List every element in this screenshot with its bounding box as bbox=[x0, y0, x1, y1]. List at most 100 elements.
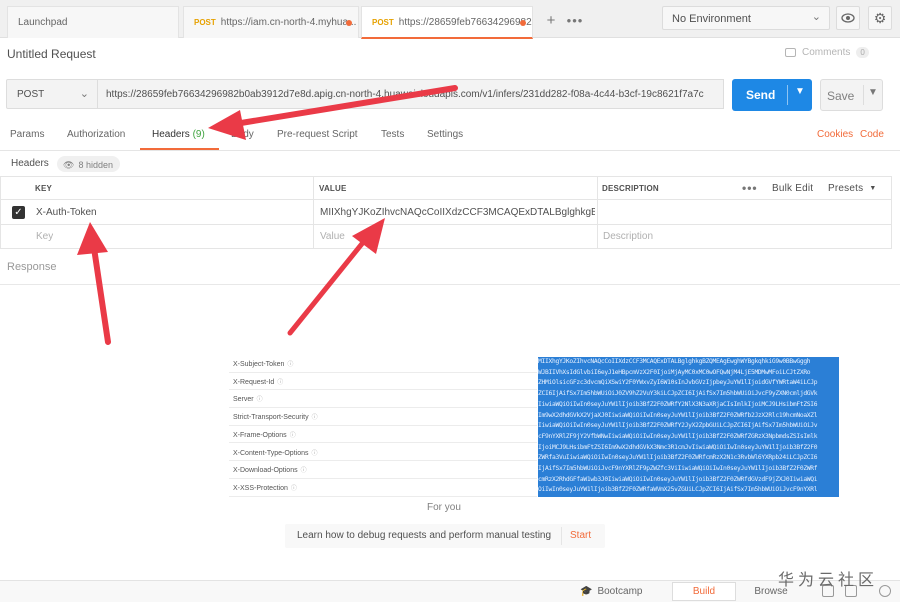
presets-dropdown[interactable]: Presets ▼ bbox=[828, 177, 876, 199]
token-line: MIIXhgYJKoZIhvcNAQcCoIIXdzCCF3MCAQExDTAL… bbox=[538, 358, 811, 365]
tab-prerequest-script[interactable]: Pre-request Script bbox=[277, 129, 358, 140]
help-icon[interactable] bbox=[879, 585, 891, 597]
caret-down-icon[interactable]: ▼ bbox=[868, 87, 878, 98]
for-you-heading: For you bbox=[427, 502, 461, 513]
tab-headers[interactable]: Headers (9) bbox=[152, 129, 205, 140]
table-row-empty: Key Value Description bbox=[0, 225, 892, 249]
hidden-count: 8 hidden bbox=[78, 160, 113, 170]
url-input[interactable]: https://28659feb76634296982b0ab3912d7e8d… bbox=[98, 79, 724, 109]
table-header-row: KEY VALUE DESCRIPTION ••• Bulk Edit Pres… bbox=[0, 176, 892, 200]
info-icon: ⓘ bbox=[290, 485, 297, 492]
environment-value: No Environment bbox=[672, 13, 751, 25]
embedded-header-name: Server bbox=[233, 396, 254, 404]
embedded-header-row: X-Request-Id ⓘ bbox=[229, 373, 537, 391]
caret-down-icon: ▼ bbox=[869, 184, 877, 192]
tab-headers-label: Headers bbox=[152, 129, 190, 140]
tab-iam-request[interactable]: POST https://iam.cn-north-4.myhua... bbox=[183, 6, 359, 38]
token-line: IiwiaWQiOiIwIn0seyJuYW1lIjoib3BfZ2F0ZWRf… bbox=[538, 400, 818, 408]
embedded-header-name: X-Subject-Token bbox=[233, 361, 285, 368]
token-line: IjoiMCJ9LHsibmFtZSI6Im9wX2dhdGVkX3Nmc3R1… bbox=[538, 443, 818, 451]
comments-button[interactable]: Comments 0 bbox=[785, 47, 869, 58]
token-line: ZCI6IjAifSx7Im5hbWUiOiJ0ZV9hZ2VuY3kiLCJp… bbox=[538, 390, 818, 398]
learn-banner: Learn how to debug requests and perform … bbox=[285, 524, 605, 548]
unsaved-dot-icon bbox=[346, 20, 352, 26]
header-key-field[interactable]: X-Auth-Token bbox=[36, 200, 97, 224]
tab-method: POST bbox=[372, 17, 394, 27]
save-button[interactable]: Save ▼ bbox=[820, 79, 883, 111]
column-divider bbox=[597, 176, 598, 249]
info-icon: ⓘ bbox=[277, 379, 284, 386]
new-value-input[interactable]: Value bbox=[320, 225, 345, 248]
chevron-down-icon: ⌄ bbox=[79, 88, 89, 100]
token-line: Im9wX2dhdGVkX2VjaXJ0IiwiaWQiOiIwIn0seyJu… bbox=[538, 411, 818, 419]
tab-label: https://28659feb76634296982... bbox=[398, 16, 533, 28]
tab-infer-request[interactable]: POST https://28659feb76634296982... bbox=[361, 6, 533, 39]
postman-window: Launchpad POST https://iam.cn-north-4.my… bbox=[0, 0, 900, 602]
unsaved-dot-icon bbox=[520, 20, 526, 26]
token-line: WJBIIVhXsIdGlvbiI6eyJ1eHBpcmVzX2F0IjoiMj… bbox=[538, 368, 811, 376]
environment-select[interactable]: No Environment ⌄ bbox=[662, 6, 830, 30]
tab-body[interactable]: Body bbox=[231, 129, 254, 140]
chevron-down-icon: ⌄ bbox=[811, 11, 821, 23]
info-icon: ⓘ bbox=[287, 362, 294, 368]
more-tabs-icon[interactable]: ••• bbox=[565, 10, 585, 30]
tab-settings[interactable]: Settings bbox=[427, 129, 463, 140]
token-line: ZWRfa3VuIiwiaWQiOiIwIn0seyJuYW1lIjoib3Bf… bbox=[538, 454, 818, 462]
start-link[interactable]: Start bbox=[570, 530, 591, 541]
watermark-text: 华为云社区 bbox=[778, 572, 879, 589]
new-tab-plus-icon[interactable]: + bbox=[541, 10, 561, 30]
info-icon: ⓘ bbox=[311, 450, 318, 457]
headers-label: Headers bbox=[11, 158, 49, 169]
code-link[interactable]: Code bbox=[860, 129, 884, 140]
column-divider bbox=[313, 176, 314, 249]
hidden-headers-toggle[interactable]: 👁 8 hidden bbox=[57, 156, 120, 172]
eye-icon: 👁 bbox=[63, 159, 75, 170]
embedded-header-name: X-Content-Type-Options bbox=[233, 449, 309, 457]
embedded-header-row: X-Download-Options ⓘ bbox=[229, 461, 537, 479]
bootcamp-button[interactable]: 🎓 Bootcamp bbox=[580, 586, 642, 597]
tab-method: POST bbox=[194, 18, 216, 27]
embedded-header-row: X-XSS-Protection ⓘ bbox=[229, 479, 537, 497]
send-button[interactable]: Send ▼ bbox=[732, 79, 812, 111]
embedded-header-row: X-Subject-Token ⓘ bbox=[229, 355, 537, 373]
more-options-icon[interactable]: ••• bbox=[742, 177, 758, 199]
token-line: IjAifSx7Im5hbWUiOiJvcF9nYXRlZF9pZWZfc3Vi… bbox=[538, 465, 818, 473]
info-icon: ⓘ bbox=[256, 397, 263, 404]
bootcamp-icon: 🎓 bbox=[580, 586, 593, 597]
token-line: IiwiaWQiOiIwIn0seyJuYW1lIjoib3BfZ2F0ZWRf… bbox=[538, 422, 818, 430]
comments-count: 0 bbox=[856, 47, 869, 58]
embedded-header-row: Server ⓘ bbox=[229, 390, 537, 409]
new-key-input[interactable]: Key bbox=[36, 225, 53, 248]
eye-icon[interactable] bbox=[836, 6, 860, 30]
settings-gear-icon[interactable]: ⚙ bbox=[868, 6, 892, 30]
request-title[interactable]: Untitled Request bbox=[7, 47, 96, 61]
column-divider bbox=[0, 176, 1, 249]
token-line: cF9nYXRlZF9jY2VfbWNwIiwiaWQiOiIwIn0seyJu… bbox=[538, 432, 818, 440]
embedded-header-row: Strict-Transport-Security ⓘ bbox=[229, 408, 537, 426]
method-select[interactable]: POST ⌄ bbox=[6, 79, 98, 109]
embedded-header-name: Strict-Transport-Security bbox=[233, 414, 309, 422]
send-separator bbox=[787, 85, 788, 105]
tab-authorization[interactable]: Authorization bbox=[67, 129, 125, 140]
tabs-divider bbox=[0, 150, 900, 151]
caret-down-icon[interactable]: ▼ bbox=[795, 86, 805, 97]
new-description-input[interactable]: Description bbox=[603, 225, 653, 248]
cookies-link[interactable]: Cookies bbox=[817, 129, 853, 140]
tab-label: Launchpad bbox=[18, 17, 68, 28]
row-enabled-checkbox[interactable]: ✓ bbox=[12, 206, 25, 219]
comments-label: Comments bbox=[802, 47, 851, 58]
info-icon: ⓘ bbox=[311, 415, 318, 422]
bulk-edit-link[interactable]: Bulk Edit bbox=[772, 177, 813, 199]
tab-label: https://iam.cn-north-4.myhua... bbox=[220, 17, 357, 28]
column-divider bbox=[891, 176, 892, 249]
tab-params[interactable]: Params bbox=[10, 129, 44, 140]
build-mode-button[interactable]: Build bbox=[672, 582, 736, 601]
status-bar: 🎓 Bootcamp Build Browse bbox=[0, 580, 900, 602]
tab-launchpad[interactable]: Launchpad bbox=[7, 6, 179, 38]
tab-tests[interactable]: Tests bbox=[381, 129, 404, 140]
tab-headers-count: (9) bbox=[192, 129, 205, 140]
method-value: POST bbox=[17, 89, 45, 100]
token-line: ZHMiOlsicGFzc3dvcmQiXSwiY2F0YWxvZyI6W10s… bbox=[538, 379, 818, 387]
header-value-field[interactable]: MIIXhgYJKoZIhvcNAQcCoIIXdzCCF3MCAQExDTAL… bbox=[320, 200, 595, 224]
presets-label: Presets bbox=[828, 182, 864, 194]
